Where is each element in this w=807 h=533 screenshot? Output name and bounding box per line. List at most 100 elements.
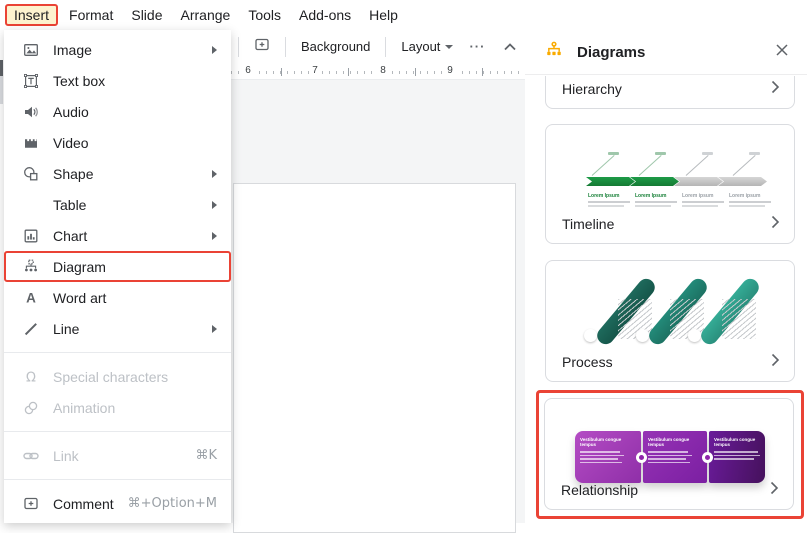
process-thumbnail	[584, 273, 764, 351]
menu-item-audio[interactable]: Audio	[4, 96, 231, 127]
menu-item-shape[interactable]: Shape	[4, 158, 231, 189]
menubar-item-format[interactable]: Format	[60, 4, 122, 26]
menu-item-text-box[interactable]: Text box	[4, 65, 231, 96]
card-label: Timeline	[562, 216, 614, 232]
menubar-item-help[interactable]: Help	[360, 4, 407, 26]
text-box-icon	[22, 73, 40, 89]
menu-item-label: Diagram	[53, 259, 217, 275]
menu-shortcut: ⌘+Option+M	[128, 496, 217, 511]
close-icon[interactable]	[775, 43, 789, 62]
ruler-number: 6	[242, 65, 254, 76]
menu-divider	[4, 431, 231, 432]
menubar-item-slide[interactable]: Slide	[122, 4, 171, 26]
menu-item-label: Text box	[53, 73, 217, 89]
menu-item-label: Animation	[53, 400, 217, 416]
menubar-item-tools[interactable]: Tools	[239, 4, 290, 26]
diagrams-panel: Diagrams Hierarchy Lor	[525, 30, 807, 523]
line-icon	[22, 321, 40, 337]
table-icon-blank	[22, 197, 40, 213]
background-button[interactable]: Background	[293, 35, 378, 58]
submenu-arrow-icon	[212, 170, 217, 178]
menu-item-label: Table	[53, 197, 212, 213]
card-label: Relationship	[561, 482, 638, 498]
slide-canvas-background	[231, 80, 525, 523]
menu-item-label: Image	[53, 42, 212, 58]
card-label: Hierarchy	[562, 81, 622, 97]
menu-shortcut: ⌘K	[195, 448, 217, 463]
ruler-number: 7	[309, 65, 321, 76]
workspace: Background Layout ··· 6 7 8 9	[231, 30, 525, 523]
menu-item-label: Comment	[53, 496, 128, 512]
ruler-tick-major	[348, 68, 349, 76]
menu-item-table[interactable]: Table	[4, 189, 231, 220]
menubar-item-arrange[interactable]: Arrange	[172, 4, 240, 26]
omega-icon: Ω	[22, 369, 40, 385]
menu-item-label: Video	[53, 135, 217, 151]
submenu-arrow-icon	[212, 325, 217, 333]
menubar: Insert Format Slide Arrange Tools Add-on…	[0, 0, 807, 30]
menubar-item-insert[interactable]: Insert	[5, 4, 58, 26]
menu-item-video[interactable]: Video	[4, 127, 231, 158]
ruler-ticks	[231, 71, 519, 74]
menu-item-label: Special characters	[53, 369, 217, 385]
menubar-item-addons[interactable]: Add-ons	[290, 4, 360, 26]
more-options-button[interactable]: ···	[461, 35, 493, 58]
menu-divider	[4, 479, 231, 480]
chevron-right-icon	[770, 481, 779, 500]
menu-item-chart[interactable]: Chart	[4, 220, 231, 251]
menu-item-label: Audio	[53, 104, 217, 120]
diagram-card-hierarchy[interactable]: Hierarchy	[545, 76, 795, 109]
submenu-arrow-icon	[212, 46, 217, 54]
menu-item-diagram[interactable]: Diagram	[4, 251, 231, 282]
connector-node	[636, 452, 647, 463]
menu-item-animation: Animation	[4, 392, 231, 423]
diagrams-panel-body: Hierarchy Lorem Ipsum Lo	[525, 76, 807, 523]
layout-label: Layout	[401, 39, 440, 54]
menu-item-label: Line	[53, 321, 212, 337]
layout-dropdown[interactable]: Layout	[393, 35, 461, 58]
animation-icon	[22, 400, 40, 416]
diagram-icon	[22, 259, 40, 275]
chevron-right-icon	[771, 215, 780, 234]
ruler-number: 9	[444, 65, 456, 76]
menu-item-image[interactable]: Image	[4, 34, 231, 65]
submenu-arrow-icon	[212, 232, 217, 240]
menu-item-label: Link	[53, 448, 195, 464]
horizontal-ruler: 6 7 8 9	[231, 63, 525, 80]
diagrams-panel-header: Diagrams	[525, 30, 807, 75]
menu-item-link: Link ⌘K	[4, 440, 231, 471]
ruler-number: 8	[377, 65, 389, 76]
comment-icon	[22, 496, 40, 512]
chevron-down-icon	[445, 45, 453, 49]
menu-item-line[interactable]: Line	[4, 313, 231, 344]
image-icon	[22, 42, 40, 58]
slide-page[interactable]	[233, 183, 516, 533]
menu-item-word-art[interactable]: A Word art	[4, 282, 231, 313]
card-label: Process	[562, 354, 613, 370]
toolbar-edge-fragment	[0, 76, 3, 104]
menu-divider	[4, 352, 231, 353]
menu-item-comment[interactable]: Comment ⌘+Option+M	[4, 488, 231, 519]
chevron-right-icon	[771, 353, 780, 372]
diagram-card-relationship[interactable]: Vestibulum congue tempus Vestibulum cong…	[544, 398, 794, 510]
menu-item-special-characters: Ω Special characters	[4, 361, 231, 392]
menu-item-label: Shape	[53, 166, 212, 182]
timeline-thumbnail: Lorem Ipsum Lorem Ipsum Lorem ipsum Lore…	[556, 135, 786, 207]
toolbar-divider	[238, 37, 239, 57]
add-comment-button[interactable]	[246, 33, 278, 60]
diagram-card-timeline[interactable]: Lorem Ipsum Lorem Ipsum Lorem ipsum Lore…	[545, 124, 795, 244]
svg-text:A: A	[26, 290, 36, 305]
ruler-tick-major	[415, 68, 416, 76]
audio-icon	[22, 104, 40, 120]
chevron-up-icon	[503, 42, 517, 52]
video-icon	[22, 135, 40, 151]
relationship-highlight-box: Vestibulum congue tempus Vestibulum cong…	[536, 390, 804, 519]
diagram-card-process[interactable]: Process	[545, 260, 795, 382]
insert-menu: Image Text box Audio Video Shape Table C…	[4, 30, 231, 523]
menu-item-label: Word art	[53, 290, 217, 306]
shape-icon	[22, 166, 40, 182]
chevron-right-icon	[771, 80, 780, 99]
collapse-toolbar-button[interactable]	[503, 42, 517, 52]
link-icon	[22, 448, 40, 464]
diagrams-icon	[545, 41, 563, 64]
